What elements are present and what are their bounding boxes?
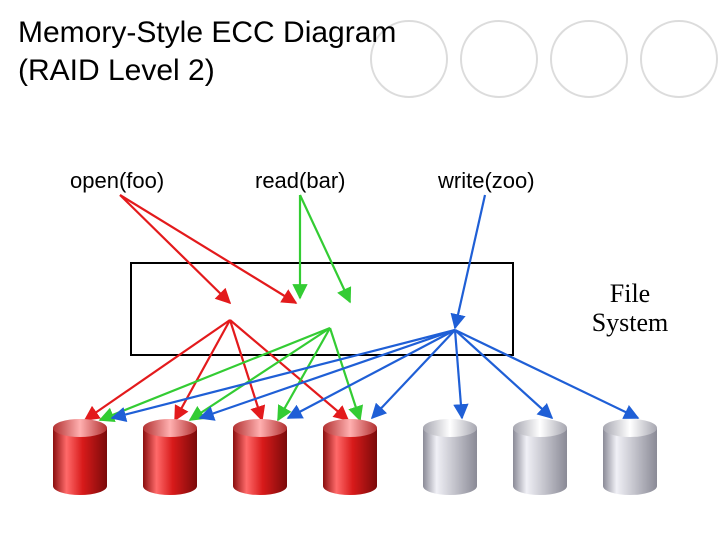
parity-disk (603, 419, 657, 495)
data-disk (323, 419, 377, 495)
decorative-circle (640, 20, 718, 98)
title-line-1: Memory-Style ECC Diagram (18, 16, 396, 49)
decorative-circle (550, 20, 628, 98)
file-system-box (130, 262, 514, 356)
data-disk (143, 419, 197, 495)
parity-disk (423, 419, 477, 495)
title-line-2: (RAID Level 2) (18, 54, 215, 87)
data-disk (233, 419, 287, 495)
op-read-label: read(bar) (255, 168, 345, 194)
page-title: Memory-Style ECC Diagram (RAID Level 2) (18, 14, 396, 89)
op-open-label: open(foo) (70, 168, 164, 194)
data-disk (53, 419, 107, 495)
file-system-label: File System (575, 280, 685, 337)
fs-label-line-1: File (610, 279, 650, 308)
parity-disk (513, 419, 567, 495)
disks (53, 419, 657, 495)
op-write-label: write(zoo) (438, 168, 535, 194)
fs-label-line-2: System (592, 308, 669, 337)
decorative-circle (460, 20, 538, 98)
